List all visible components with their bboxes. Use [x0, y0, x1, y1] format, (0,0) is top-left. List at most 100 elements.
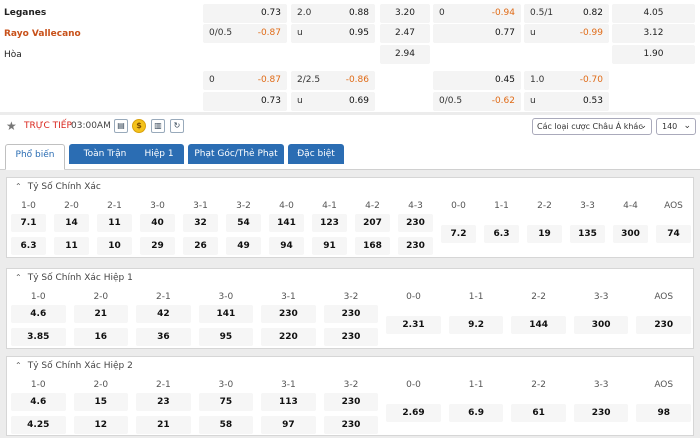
- score-odds-away[interactable]: 3.85: [11, 328, 66, 346]
- score-odds-home[interactable]: 42: [136, 305, 191, 323]
- score-odds-home[interactable]: 123: [312, 214, 347, 232]
- score-odds-draw[interactable]: 7.2: [441, 225, 476, 243]
- stats-icon[interactable]: ▥: [151, 119, 165, 133]
- score-odds-away[interactable]: 95: [198, 328, 254, 346]
- score-odds-home[interactable]: 7.1: [11, 214, 46, 232]
- tab-popular[interactable]: Phổ biến: [5, 144, 65, 170]
- odds-cell[interactable]: 0.45: [433, 71, 521, 90]
- score-odds-home[interactable]: 4.6: [11, 305, 66, 323]
- score-odds-away[interactable]: 16: [73, 328, 129, 346]
- score-odds-home[interactable]: 75: [198, 393, 254, 411]
- section-title[interactable]: ⌃ Tỷ Số Chính Xác Hiệp 1: [15, 273, 133, 283]
- score-odds-away[interactable]: 36: [136, 328, 191, 346]
- market-count-select[interactable]: 140 ⌄: [656, 118, 696, 135]
- odds-cell[interactable]: 0.73: [203, 92, 287, 111]
- odds-cell[interactable]: 1.90: [612, 45, 695, 64]
- score-odds-home[interactable]: 21: [73, 305, 129, 323]
- score-odds-home[interactable]: 15: [73, 393, 129, 411]
- odds-cell[interactable]: 0 -0.94: [433, 4, 521, 23]
- score-odds-home[interactable]: 11: [97, 214, 132, 232]
- score-odds-away[interactable]: 94: [269, 237, 304, 255]
- odds-cell[interactable]: u -0.99: [524, 24, 609, 43]
- score-odds-draw[interactable]: 2.31: [386, 316, 441, 334]
- score-odds-away[interactable]: 168: [355, 237, 390, 255]
- score-odds-home[interactable]: 207: [355, 214, 390, 232]
- score-odds-home[interactable]: 230: [323, 305, 379, 323]
- score-odds-draw[interactable]: 98: [636, 404, 691, 422]
- score-odds-draw[interactable]: 2.69: [386, 404, 441, 422]
- score-odds-draw[interactable]: 19: [527, 225, 562, 243]
- odds-cell[interactable]: 0.5/1 0.82: [524, 4, 609, 23]
- score-odds-draw[interactable]: 9.2: [448, 316, 504, 334]
- score-odds-home[interactable]: 54: [226, 214, 261, 232]
- odds-cell[interactable]: u 0.95: [291, 24, 375, 43]
- score-header: 2-0: [93, 380, 109, 390]
- score-odds-away[interactable]: 6.3: [11, 237, 46, 255]
- tab-full-match[interactable]: Toàn Trận: [69, 144, 141, 164]
- score-odds-away[interactable]: 230: [323, 328, 379, 346]
- score-odds-away[interactable]: 26: [183, 237, 218, 255]
- score-odds-home[interactable]: 4.6: [11, 393, 66, 411]
- odds-cell[interactable]: 2/2.5 -0.86: [291, 71, 375, 90]
- odds-cell[interactable]: 0/0.5 -0.87: [203, 24, 287, 43]
- tab-corners-cards[interactable]: Phạt Góc/Thẻ Phạt: [188, 144, 284, 164]
- history-icon[interactable]: ↻: [170, 119, 184, 133]
- odds-cell[interactable]: 2.47: [380, 24, 430, 43]
- calendar-icon[interactable]: ▤: [114, 119, 128, 133]
- odds-cell[interactable]: 4.05: [612, 4, 695, 23]
- odds-cell[interactable]: 2.0 0.88: [291, 4, 375, 23]
- odds-cell[interactable]: 0 -0.87: [203, 71, 287, 90]
- score-odds-draw[interactable]: 230: [636, 316, 691, 334]
- score-odds-away[interactable]: 58: [198, 416, 254, 434]
- score-odds-away[interactable]: 29: [140, 237, 175, 255]
- section-title[interactable]: ⌃ Tỷ Số Chính Xác Hiệp 2: [15, 361, 133, 371]
- odds-cell[interactable]: 3.20: [380, 4, 430, 23]
- odds-cell[interactable]: 0/0.5 -0.62: [433, 92, 521, 111]
- score-odds-away[interactable]: 230: [323, 416, 379, 434]
- score-odds-home[interactable]: 14: [54, 214, 89, 232]
- score-odds-away[interactable]: 97: [261, 416, 316, 434]
- score-odds-draw[interactable]: 135: [570, 225, 605, 243]
- score-odds-away[interactable]: 10: [97, 237, 132, 255]
- odds-cell[interactable]: u 0.53: [524, 92, 609, 111]
- score-odds-draw[interactable]: 6.3: [484, 225, 519, 243]
- score-odds-draw[interactable]: 300: [613, 225, 648, 243]
- score-odds-draw[interactable]: 144: [511, 316, 566, 334]
- score-odds-home[interactable]: 32: [183, 214, 218, 232]
- score-odds-draw[interactable]: 74: [656, 225, 691, 243]
- odds-cell[interactable]: 0.77: [433, 24, 521, 43]
- score-odds-home[interactable]: 230: [398, 214, 433, 232]
- score-odds-away[interactable]: 21: [136, 416, 191, 434]
- odds-cell[interactable]: u 0.69: [291, 92, 375, 111]
- score-odds-away[interactable]: 49: [226, 237, 261, 255]
- score-odds-home[interactable]: 230: [323, 393, 379, 411]
- handicap-line: 0/0.5: [209, 28, 233, 38]
- score-odds-draw[interactable]: 61: [511, 404, 566, 422]
- bet-type-select[interactable]: Các loại cược Châu Á khác ⌄: [532, 118, 652, 135]
- coin-icon[interactable]: $: [132, 119, 146, 133]
- score-odds-draw[interactable]: 300: [573, 316, 629, 334]
- score-odds-draw[interactable]: 230: [573, 404, 629, 422]
- odds-cell[interactable]: 3.12: [612, 24, 695, 43]
- score-odds-home[interactable]: 23: [136, 393, 191, 411]
- favorite-star-icon[interactable]: ★: [6, 119, 17, 133]
- tab-first-half[interactable]: Hiệp 1: [134, 144, 184, 164]
- section-title[interactable]: ⌃ Tỷ Số Chính Xác: [15, 182, 101, 192]
- odds-cell[interactable]: 2.94: [380, 45, 430, 64]
- score-odds-home[interactable]: 141: [269, 214, 304, 232]
- score-odds-home[interactable]: 113: [261, 393, 316, 411]
- score-odds-home[interactable]: 141: [198, 305, 254, 323]
- score-odds-away[interactable]: 91: [312, 237, 347, 255]
- odds-cell[interactable]: 0.73: [203, 4, 287, 23]
- tab-special[interactable]: Đặc biệt: [288, 144, 344, 164]
- score-odds-home[interactable]: 40: [140, 214, 175, 232]
- score-header: 4-4: [623, 201, 638, 211]
- score-odds-home[interactable]: 230: [261, 305, 316, 323]
- odds-cell[interactable]: 1.0 -0.70: [524, 71, 609, 90]
- score-odds-draw[interactable]: 6.9: [448, 404, 504, 422]
- score-odds-away[interactable]: 220: [261, 328, 316, 346]
- score-odds-away[interactable]: 11: [54, 237, 89, 255]
- score-odds-away[interactable]: 4.25: [11, 416, 66, 434]
- score-odds-away[interactable]: 230: [398, 237, 433, 255]
- score-odds-away[interactable]: 12: [73, 416, 129, 434]
